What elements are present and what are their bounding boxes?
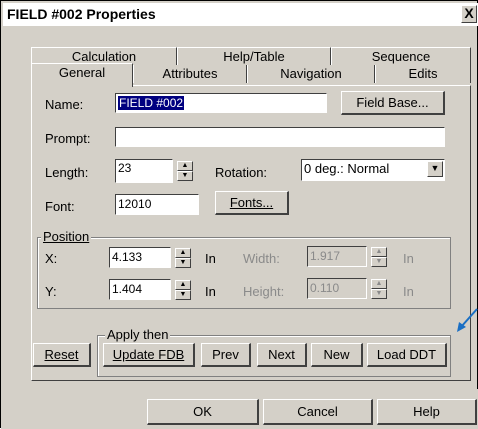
- x-label: X:: [45, 251, 58, 266]
- height-label: Height:: [243, 284, 285, 299]
- fonts-button[interactable]: Fonts...: [215, 191, 289, 215]
- width-unit: In: [403, 251, 414, 266]
- rotation-value: 0 deg.: Normal: [304, 161, 390, 176]
- y-spinner[interactable]: ▲ ▼: [175, 280, 191, 300]
- x-field[interactable]: 4.133: [109, 247, 171, 268]
- spin-up-icon[interactable]: ▲: [371, 247, 387, 257]
- spin-up-icon[interactable]: ▲: [175, 248, 191, 258]
- tab-attributes[interactable]: Attributes: [133, 65, 247, 83]
- properties-dialog: FIELD #002 Properties X Calculation Help…: [0, 0, 478, 429]
- length-field[interactable]: 23: [115, 159, 173, 183]
- width-spinner[interactable]: ▲ ▼: [371, 247, 387, 267]
- prev-button[interactable]: Prev: [201, 343, 251, 367]
- tab-edits[interactable]: Edits: [375, 65, 471, 83]
- new-button[interactable]: New: [311, 343, 363, 367]
- arrow-icon: [457, 308, 478, 332]
- name-value: FIELD #002: [118, 96, 185, 110]
- update-fdb-button[interactable]: Update FDB: [103, 343, 195, 367]
- length-spinner[interactable]: ▲ ▼: [177, 161, 193, 181]
- fonts-label: Fonts...: [229, 195, 274, 210]
- height-field[interactable]: 0.110: [307, 278, 367, 299]
- title-bar[interactable]: FIELD #002 Properties X: [3, 3, 478, 26]
- height-unit: In: [403, 284, 414, 299]
- length-label: Length:: [45, 165, 89, 180]
- font-label: Font:: [45, 199, 75, 214]
- tab-general[interactable]: General: [31, 63, 133, 87]
- y-unit: In: [205, 284, 216, 299]
- width-field[interactable]: 1.917: [307, 246, 367, 267]
- spin-up-icon[interactable]: ▲: [177, 161, 193, 171]
- prompt-field[interactable]: [115, 127, 445, 147]
- tab-help-table[interactable]: Help/Table: [177, 47, 331, 65]
- position-group-label: Position: [41, 229, 92, 244]
- rotation-label: Rotation:: [215, 165, 268, 180]
- tab-navigation[interactable]: Navigation: [247, 65, 375, 83]
- close-button[interactable]: X: [461, 5, 477, 23]
- load-ddt-button[interactable]: Load DDT: [367, 343, 447, 367]
- x-spinner[interactable]: ▲ ▼: [175, 248, 191, 268]
- spin-up-icon[interactable]: ▲: [371, 279, 387, 289]
- name-field[interactable]: FIELD #002: [115, 93, 327, 113]
- spin-down-icon[interactable]: ▼: [371, 257, 387, 267]
- ok-button[interactable]: OK: [147, 399, 259, 425]
- y-label: Y:: [45, 284, 57, 299]
- tab-sequence[interactable]: Sequence: [331, 47, 471, 65]
- field-base-button[interactable]: Field Base...: [341, 91, 445, 115]
- spin-up-icon[interactable]: ▲: [175, 280, 191, 290]
- spin-down-icon[interactable]: ▼: [177, 171, 193, 181]
- apply-then-label: Apply then: [105, 327, 171, 342]
- reset-button[interactable]: Reset: [33, 343, 91, 367]
- spin-down-icon[interactable]: ▼: [175, 290, 191, 300]
- cancel-button[interactable]: Cancel: [263, 399, 373, 425]
- height-spinner[interactable]: ▲ ▼: [371, 279, 387, 299]
- next-button[interactable]: Next: [257, 343, 307, 367]
- spin-down-icon[interactable]: ▼: [371, 289, 387, 299]
- font-field[interactable]: 12010: [115, 194, 199, 215]
- x-unit: In: [205, 251, 216, 266]
- name-label: Name:: [45, 97, 84, 112]
- spin-down-icon[interactable]: ▼: [175, 258, 191, 268]
- rotation-select[interactable]: 0 deg.: Normal ▼: [301, 159, 445, 181]
- width-label: Width:: [243, 251, 280, 266]
- y-field[interactable]: 1.404: [109, 279, 171, 300]
- window-title: FIELD #002 Properties: [7, 6, 156, 22]
- prompt-label: Prompt:: [45, 131, 91, 146]
- chevron-down-icon[interactable]: ▼: [427, 161, 443, 177]
- help-button[interactable]: Help: [377, 399, 477, 425]
